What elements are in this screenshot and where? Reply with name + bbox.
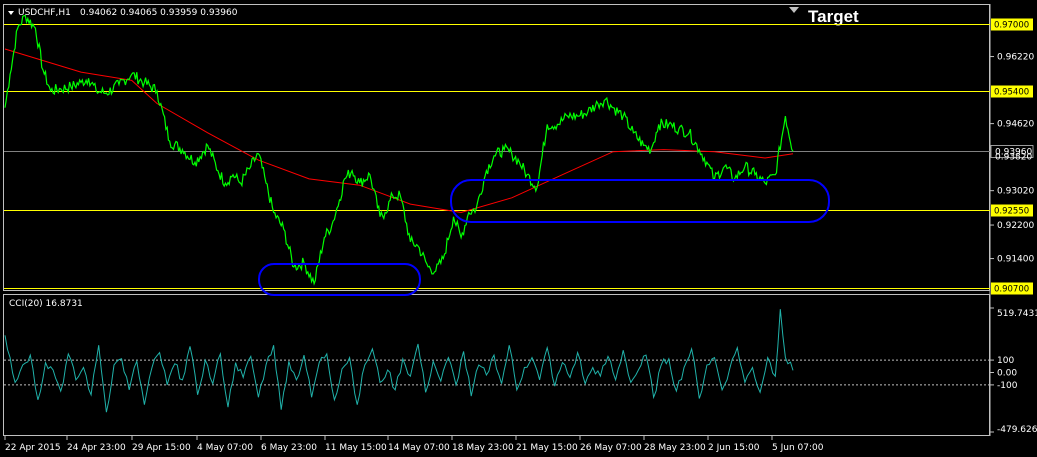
price-axis: 0.970000.954000.925500.907000.939600.938…	[990, 18, 1034, 295]
time-axis-label: 4 May 07:00	[197, 443, 253, 453]
price-tick-label: 0.96220	[997, 53, 1034, 63]
ohlc-values: 0.94062 0.94065 0.93959 0.93960	[80, 8, 238, 18]
level-price-label: 0.95400	[994, 88, 1029, 98]
price-tick-label-partial: 0.93820	[995, 153, 1032, 163]
time-axis: 22 Apr 2015 24 Apr 23:00 29 Apr 15:00 4 May…	[4, 436, 824, 453]
time-axis-label: 28 May 23:00	[644, 443, 706, 453]
time-axis-label: 18 May 23:00	[452, 443, 514, 453]
level-price-label: 0.90700	[994, 285, 1029, 295]
cci-layer	[4, 309, 990, 413]
time-axis-label: 14 May 07:00	[388, 443, 450, 453]
time-axis-label: 21 May 15:00	[516, 443, 578, 453]
cci-axis-label: -100	[997, 381, 1018, 391]
cci-panel-frame	[3, 294, 990, 436]
symbol-menu-icon[interactable]	[8, 11, 14, 15]
price-tick-label: 0.94620	[997, 120, 1034, 130]
cci-axis-label: 100	[997, 356, 1014, 366]
level-price-label: 0.92550	[994, 207, 1029, 217]
consolidation-zone-ellipse	[450, 179, 830, 223]
cci-axis-label: 0.00	[997, 368, 1017, 378]
price-tick-label: 0.92200	[997, 221, 1034, 231]
level-price-label: 0.97000	[994, 21, 1029, 31]
chart-canvas: USDCHF,H1 0.94062 0.94065 0.93959 0.9396…	[3, 4, 1037, 453]
time-axis-label: 29 Apr 15:00	[132, 443, 191, 453]
price-tick-label: 0.91400	[997, 255, 1034, 265]
time-axis-label: 2 Jun 15:00	[708, 443, 760, 453]
shift-marker-icon[interactable]	[789, 7, 799, 13]
level-lines	[4, 24, 990, 289]
time-axis-label: 6 May 23:00	[261, 443, 317, 453]
cci-axis-label: -479.6265	[997, 425, 1037, 435]
cci-axis-label: 519.7431	[997, 309, 1037, 319]
cci-label: CCI(20) 16.8731	[9, 299, 83, 309]
time-axis-label: 24 Apr 23:00	[67, 443, 126, 453]
time-axis-label: 11 May 15:00	[325, 443, 387, 453]
time-axis-label: 22 Apr 2015	[5, 443, 61, 453]
main-chart-frame	[3, 4, 990, 291]
price-tick-label: 0.93020	[997, 187, 1034, 197]
cci-axis: 519.7431 100 0.00 -100 -479.6265	[990, 307, 1037, 435]
target-annotation: Target	[808, 7, 859, 26]
cci-line	[4, 309, 794, 413]
time-axis-label: 26 May 07:00	[580, 443, 642, 453]
time-axis-label: 5 Jun 07:00	[772, 443, 824, 453]
